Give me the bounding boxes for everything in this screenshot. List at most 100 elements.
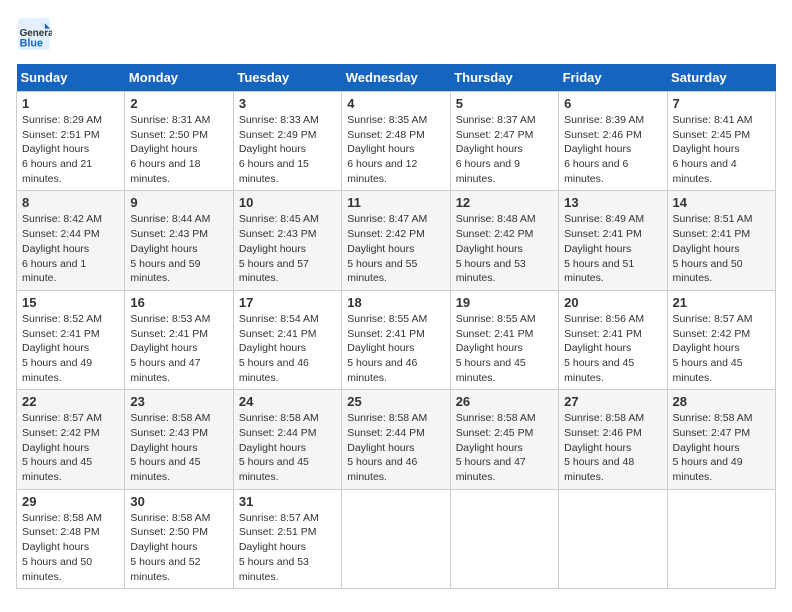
day-info: Sunrise: 8:57 AM Sunset: 2:42 PM Dayligh… [673, 312, 770, 385]
calendar-cell: 7 Sunrise: 8:41 AM Sunset: 2:45 PM Dayli… [667, 92, 775, 191]
day-number: 16 [130, 295, 227, 310]
calendar-cell: 11 Sunrise: 8:47 AM Sunset: 2:42 PM Dayl… [342, 191, 450, 290]
day-info: Sunrise: 8:58 AM Sunset: 2:45 PM Dayligh… [456, 411, 553, 484]
calendar-cell: 6 Sunrise: 8:39 AM Sunset: 2:46 PM Dayli… [559, 92, 667, 191]
day-number: 13 [564, 195, 661, 210]
calendar-header-row: SundayMondayTuesdayWednesdayThursdayFrid… [17, 64, 776, 92]
day-number: 8 [22, 195, 119, 210]
calendar-cell: 1 Sunrise: 8:29 AM Sunset: 2:51 PM Dayli… [17, 92, 125, 191]
calendar-week-row: 15 Sunrise: 8:52 AM Sunset: 2:41 PM Dayl… [17, 290, 776, 389]
calendar-cell: 23 Sunrise: 8:58 AM Sunset: 2:43 PM Dayl… [125, 390, 233, 489]
day-number: 9 [130, 195, 227, 210]
calendar-cell: 8 Sunrise: 8:42 AM Sunset: 2:44 PM Dayli… [17, 191, 125, 290]
day-number: 24 [239, 394, 336, 409]
day-number: 19 [456, 295, 553, 310]
calendar-cell: 2 Sunrise: 8:31 AM Sunset: 2:50 PM Dayli… [125, 92, 233, 191]
col-header-friday: Friday [559, 64, 667, 92]
day-info: Sunrise: 8:39 AM Sunset: 2:46 PM Dayligh… [564, 113, 661, 186]
day-number: 21 [673, 295, 770, 310]
day-number: 7 [673, 96, 770, 111]
calendar-cell: 14 Sunrise: 8:51 AM Sunset: 2:41 PM Dayl… [667, 191, 775, 290]
day-number: 20 [564, 295, 661, 310]
day-info: Sunrise: 8:56 AM Sunset: 2:41 PM Dayligh… [564, 312, 661, 385]
day-info: Sunrise: 8:58 AM Sunset: 2:47 PM Dayligh… [673, 411, 770, 484]
day-info: Sunrise: 8:47 AM Sunset: 2:42 PM Dayligh… [347, 212, 444, 285]
day-number: 1 [22, 96, 119, 111]
calendar-cell: 26 Sunrise: 8:58 AM Sunset: 2:45 PM Dayl… [450, 390, 558, 489]
day-info: Sunrise: 8:58 AM Sunset: 2:44 PM Dayligh… [239, 411, 336, 484]
day-info: Sunrise: 8:58 AM Sunset: 2:50 PM Dayligh… [130, 511, 227, 584]
day-info: Sunrise: 8:33 AM Sunset: 2:49 PM Dayligh… [239, 113, 336, 186]
calendar-cell: 31 Sunrise: 8:57 AM Sunset: 2:51 PM Dayl… [233, 489, 341, 588]
day-number: 14 [673, 195, 770, 210]
day-info: Sunrise: 8:49 AM Sunset: 2:41 PM Dayligh… [564, 212, 661, 285]
col-header-wednesday: Wednesday [342, 64, 450, 92]
day-number: 4 [347, 96, 444, 111]
calendar-week-row: 1 Sunrise: 8:29 AM Sunset: 2:51 PM Dayli… [17, 92, 776, 191]
day-info: Sunrise: 8:45 AM Sunset: 2:43 PM Dayligh… [239, 212, 336, 285]
day-number: 17 [239, 295, 336, 310]
day-number: 15 [22, 295, 119, 310]
day-info: Sunrise: 8:54 AM Sunset: 2:41 PM Dayligh… [239, 312, 336, 385]
day-info: Sunrise: 8:55 AM Sunset: 2:41 PM Dayligh… [347, 312, 444, 385]
day-number: 12 [456, 195, 553, 210]
day-number: 6 [564, 96, 661, 111]
calendar-week-row: 8 Sunrise: 8:42 AM Sunset: 2:44 PM Dayli… [17, 191, 776, 290]
calendar-cell: 19 Sunrise: 8:55 AM Sunset: 2:41 PM Dayl… [450, 290, 558, 389]
day-number: 30 [130, 494, 227, 509]
day-number: 27 [564, 394, 661, 409]
col-header-saturday: Saturday [667, 64, 775, 92]
day-number: 31 [239, 494, 336, 509]
calendar-cell: 18 Sunrise: 8:55 AM Sunset: 2:41 PM Dayl… [342, 290, 450, 389]
day-info: Sunrise: 8:57 AM Sunset: 2:42 PM Dayligh… [22, 411, 119, 484]
day-info: Sunrise: 8:58 AM Sunset: 2:46 PM Dayligh… [564, 411, 661, 484]
col-header-sunday: Sunday [17, 64, 125, 92]
day-info: Sunrise: 8:58 AM Sunset: 2:44 PM Dayligh… [347, 411, 444, 484]
day-number: 26 [456, 394, 553, 409]
day-info: Sunrise: 8:37 AM Sunset: 2:47 PM Dayligh… [456, 113, 553, 186]
calendar-cell: 10 Sunrise: 8:45 AM Sunset: 2:43 PM Dayl… [233, 191, 341, 290]
day-number: 23 [130, 394, 227, 409]
day-info: Sunrise: 8:53 AM Sunset: 2:41 PM Dayligh… [130, 312, 227, 385]
calendar-cell [450, 489, 558, 588]
col-header-tuesday: Tuesday [233, 64, 341, 92]
calendar-cell: 30 Sunrise: 8:58 AM Sunset: 2:50 PM Dayl… [125, 489, 233, 588]
calendar-week-row: 29 Sunrise: 8:58 AM Sunset: 2:48 PM Dayl… [17, 489, 776, 588]
calendar-cell: 12 Sunrise: 8:48 AM Sunset: 2:42 PM Dayl… [450, 191, 558, 290]
day-number: 28 [673, 394, 770, 409]
day-info: Sunrise: 8:58 AM Sunset: 2:48 PM Dayligh… [22, 511, 119, 584]
calendar-cell: 29 Sunrise: 8:58 AM Sunset: 2:48 PM Dayl… [17, 489, 125, 588]
calendar-cell: 16 Sunrise: 8:53 AM Sunset: 2:41 PM Dayl… [125, 290, 233, 389]
day-info: Sunrise: 8:58 AM Sunset: 2:43 PM Dayligh… [130, 411, 227, 484]
calendar-cell [667, 489, 775, 588]
logo: General Blue [16, 16, 52, 52]
calendar-cell: 20 Sunrise: 8:56 AM Sunset: 2:41 PM Dayl… [559, 290, 667, 389]
day-info: Sunrise: 8:29 AM Sunset: 2:51 PM Dayligh… [22, 113, 119, 186]
day-number: 5 [456, 96, 553, 111]
day-number: 29 [22, 494, 119, 509]
day-number: 11 [347, 195, 444, 210]
calendar-cell: 13 Sunrise: 8:49 AM Sunset: 2:41 PM Dayl… [559, 191, 667, 290]
col-header-monday: Monday [125, 64, 233, 92]
calendar-cell: 25 Sunrise: 8:58 AM Sunset: 2:44 PM Dayl… [342, 390, 450, 489]
svg-text:Blue: Blue [20, 38, 43, 50]
logo-icon: General Blue [16, 16, 52, 52]
day-info: Sunrise: 8:31 AM Sunset: 2:50 PM Dayligh… [130, 113, 227, 186]
day-info: Sunrise: 8:51 AM Sunset: 2:41 PM Dayligh… [673, 212, 770, 285]
day-info: Sunrise: 8:55 AM Sunset: 2:41 PM Dayligh… [456, 312, 553, 385]
day-number: 2 [130, 96, 227, 111]
calendar-cell: 15 Sunrise: 8:52 AM Sunset: 2:41 PM Dayl… [17, 290, 125, 389]
calendar-cell: 21 Sunrise: 8:57 AM Sunset: 2:42 PM Dayl… [667, 290, 775, 389]
calendar-cell: 3 Sunrise: 8:33 AM Sunset: 2:49 PM Dayli… [233, 92, 341, 191]
day-info: Sunrise: 8:57 AM Sunset: 2:51 PM Dayligh… [239, 511, 336, 584]
day-info: Sunrise: 8:52 AM Sunset: 2:41 PM Dayligh… [22, 312, 119, 385]
page-header: General Blue [16, 16, 776, 52]
calendar-cell: 5 Sunrise: 8:37 AM Sunset: 2:47 PM Dayli… [450, 92, 558, 191]
day-number: 3 [239, 96, 336, 111]
day-info: Sunrise: 8:48 AM Sunset: 2:42 PM Dayligh… [456, 212, 553, 285]
day-info: Sunrise: 8:42 AM Sunset: 2:44 PM Dayligh… [22, 212, 119, 285]
day-info: Sunrise: 8:44 AM Sunset: 2:43 PM Dayligh… [130, 212, 227, 285]
day-number: 22 [22, 394, 119, 409]
calendar-cell [559, 489, 667, 588]
calendar-cell: 24 Sunrise: 8:58 AM Sunset: 2:44 PM Dayl… [233, 390, 341, 489]
